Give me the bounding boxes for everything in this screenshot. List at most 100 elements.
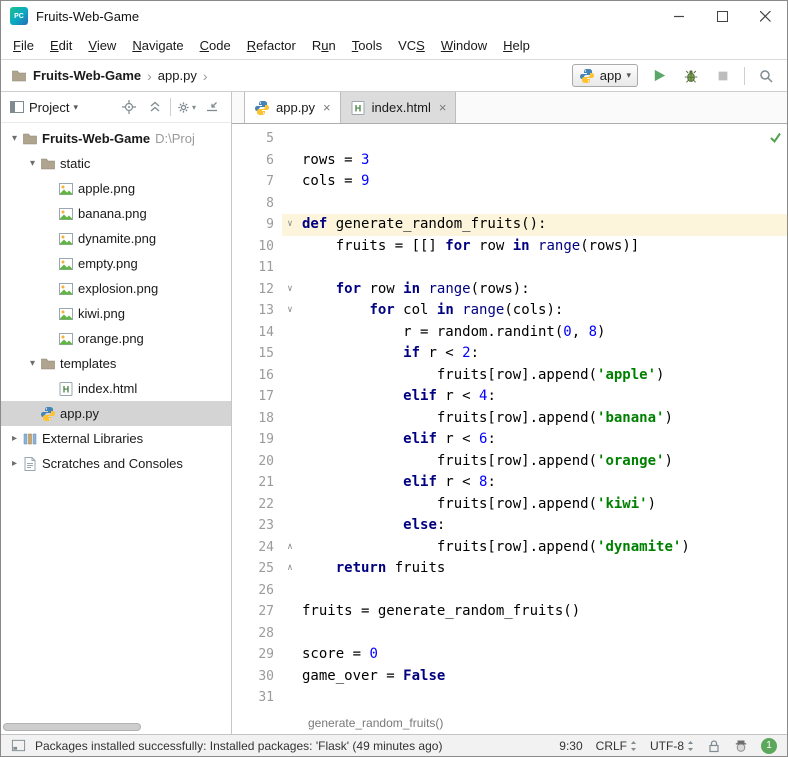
breadcrumb-file[interactable]: app.py <box>158 68 197 83</box>
hide-panel-button[interactable] <box>201 96 223 118</box>
tree-item-orange-png[interactable]: orange.png <box>1 326 231 351</box>
code-text[interactable]: fruits[row].append('kiwi') <box>298 494 787 516</box>
code-text[interactable]: fruits[row].append('orange') <box>298 451 787 473</box>
menu-code[interactable]: Code <box>192 34 239 57</box>
line-number[interactable]: 9 <box>232 214 282 236</box>
line-number[interactable]: 27 <box>232 601 282 623</box>
fold-end-icon[interactable]: ∧ <box>282 558 298 580</box>
encoding-select[interactable]: UTF-8 <box>650 739 694 753</box>
code-text[interactable] <box>298 580 787 602</box>
inspector-icon[interactable] <box>734 739 748 753</box>
code-text[interactable]: def generate_random_fruits(): <box>298 214 787 236</box>
tree-item-static[interactable]: ▾static <box>1 151 231 176</box>
menu-help[interactable]: Help <box>495 34 538 57</box>
code-text[interactable]: return fruits <box>298 558 787 580</box>
close-tab-icon[interactable]: × <box>439 100 447 115</box>
run-configuration-select[interactable]: app ▾ <box>572 64 638 87</box>
code-text[interactable]: if r < 2: <box>298 343 787 365</box>
line-number[interactable]: 7 <box>232 171 282 193</box>
line-separator-select[interactable]: CRLF <box>596 739 637 753</box>
code-editor[interactable]: 56rows = 37cols = 989∨def generate_rando… <box>232 124 787 712</box>
stop-button[interactable] <box>712 65 734 87</box>
tree-item-explosion-png[interactable]: explosion.png <box>1 276 231 301</box>
line-number[interactable]: 13 <box>232 300 282 322</box>
fold-expanded-icon[interactable]: ∨ <box>282 300 298 322</box>
tab-app-py[interactable]: app.py × <box>244 92 341 123</box>
code-text[interactable] <box>298 687 787 709</box>
maximize-button[interactable] <box>701 1 744 31</box>
tree-item-apple-png[interactable]: apple.png <box>1 176 231 201</box>
code-text[interactable]: for row in range(rows): <box>298 279 787 301</box>
caret-position-widget[interactable]: 9:30 <box>559 739 582 753</box>
code-text[interactable]: fruits[row].append('banana') <box>298 408 787 430</box>
menu-run[interactable]: Run <box>304 34 344 57</box>
lock-icon[interactable] <box>707 739 721 753</box>
line-number[interactable]: 17 <box>232 386 282 408</box>
debug-button[interactable] <box>680 65 702 87</box>
menu-edit[interactable]: Edit <box>42 34 80 57</box>
code-text[interactable]: fruits[row].append('apple') <box>298 365 787 387</box>
menu-file[interactable]: File <box>5 34 42 57</box>
line-number[interactable]: 22 <box>232 494 282 516</box>
code-text[interactable]: r = random.randint(0, 8) <box>298 322 787 344</box>
code-text[interactable]: for col in range(cols): <box>298 300 787 322</box>
tree-item-app-py[interactable]: app.py <box>1 401 231 426</box>
code-text[interactable]: elif r < 6: <box>298 429 787 451</box>
fold-expanded-icon[interactable]: ∨ <box>282 214 298 236</box>
line-number[interactable]: 20 <box>232 451 282 473</box>
tab-index-html[interactable]: H index.html × <box>341 92 457 123</box>
line-number[interactable]: 26 <box>232 580 282 602</box>
menu-navigate[interactable]: Navigate <box>124 34 191 57</box>
code-text[interactable] <box>298 193 787 215</box>
code-text[interactable] <box>298 623 787 645</box>
toolwindow-toggle-icon[interactable] <box>11 738 26 753</box>
line-number[interactable]: 28 <box>232 623 282 645</box>
line-number[interactable]: 15 <box>232 343 282 365</box>
tree-item-index-html[interactable]: Hindex.html <box>1 376 231 401</box>
minimize-button[interactable] <box>658 1 701 31</box>
tree-item-empty-png[interactable]: empty.png <box>1 251 231 276</box>
code-text[interactable]: score = 0 <box>298 644 787 666</box>
chevron-down-icon[interactable]: ▾ <box>25 158 40 169</box>
code-text[interactable]: fruits = [[] for row in range(rows)] <box>298 236 787 258</box>
notification-badge[interactable]: 1 <box>761 738 777 754</box>
tree-item-banana-png[interactable]: banana.png <box>1 201 231 226</box>
close-button[interactable] <box>744 1 787 31</box>
chevron-right-icon[interactable]: ▸ <box>7 458 22 469</box>
code-text[interactable]: else: <box>298 515 787 537</box>
code-text[interactable]: fruits[row].append('dynamite') <box>298 537 787 559</box>
line-number[interactable]: 10 <box>232 236 282 258</box>
line-number[interactable]: 21 <box>232 472 282 494</box>
code-text[interactable] <box>298 257 787 279</box>
line-number[interactable]: 11 <box>232 257 282 279</box>
menu-vcs[interactable]: VCS <box>390 34 433 57</box>
fold-expanded-icon[interactable]: ∨ <box>282 279 298 301</box>
line-number[interactable]: 30 <box>232 666 282 688</box>
tree-item-scratches-and-consoles[interactable]: ▸Scratches and Consoles <box>1 451 231 476</box>
code-text[interactable]: cols = 9 <box>298 171 787 193</box>
line-number[interactable]: 25 <box>232 558 282 580</box>
code-text[interactable]: elif r < 8: <box>298 472 787 494</box>
code-text[interactable]: elif r < 4: <box>298 386 787 408</box>
menu-window[interactable]: Window <box>433 34 495 57</box>
collapse-all-button[interactable] <box>144 96 166 118</box>
close-tab-icon[interactable]: × <box>323 100 331 115</box>
editor-breadcrumb-item[interactable]: generate_random_fruits() <box>308 716 443 730</box>
settings-gear-button[interactable]: ▾ <box>175 96 197 118</box>
code-text[interactable]: rows = 3 <box>298 150 787 172</box>
horizontal-scrollbar[interactable] <box>3 723 141 731</box>
line-number[interactable]: 29 <box>232 644 282 666</box>
chevron-down-icon[interactable]: ▾ <box>7 133 22 144</box>
line-number[interactable]: 8 <box>232 193 282 215</box>
line-number[interactable]: 31 <box>232 687 282 709</box>
line-number[interactable]: 6 <box>232 150 282 172</box>
tree-item-dynamite-png[interactable]: dynamite.png <box>1 226 231 251</box>
tree-item-templates[interactable]: ▾templates <box>1 351 231 376</box>
breadcrumb-project[interactable]: Fruits-Web-Game <box>33 68 141 83</box>
chevron-down-icon[interactable]: ▾ <box>25 358 40 369</box>
line-number[interactable]: 16 <box>232 365 282 387</box>
line-number[interactable]: 19 <box>232 429 282 451</box>
search-everywhere-button[interactable] <box>755 65 777 87</box>
menu-refactor[interactable]: Refactor <box>239 34 304 57</box>
menu-tools[interactable]: Tools <box>344 34 390 57</box>
